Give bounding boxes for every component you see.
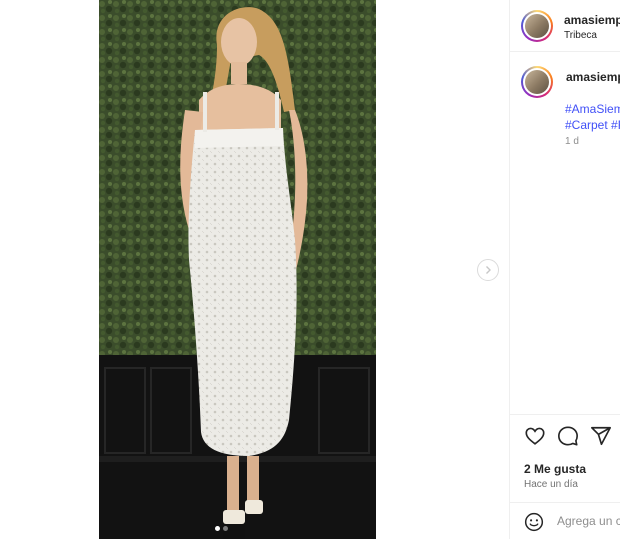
carousel-next-button[interactable] — [477, 259, 499, 281]
caption-hashtags: #AmaSiempre #Carpet #RedCarpet — [565, 101, 620, 133]
post-actions: 2 Me gusta Hace un día — [510, 414, 620, 501]
header-username[interactable]: amasiempre — [564, 13, 620, 27]
add-comment-bar — [510, 502, 620, 539]
caption-username[interactable]: amasiempre — [566, 70, 620, 84]
heart-icon[interactable] — [524, 425, 546, 447]
carousel-indicator — [215, 526, 228, 531]
caption-comment: amasiempre #AmaSiempre #Carpet #RedCarpe… — [510, 53, 620, 413]
profile-photo — [525, 14, 549, 38]
carousel-dot-active — [215, 526, 220, 531]
post-side-panel: amasiempre Tribeca amasiempre #AmaSiempr… — [509, 0, 620, 539]
post-header: amasiempre Tribeca — [510, 0, 620, 52]
likes-count[interactable]: 2 Me gusta — [524, 462, 586, 476]
comment-icon[interactable] — [557, 425, 579, 447]
share-icon[interactable] — [590, 425, 612, 447]
emoji-icon[interactable] — [524, 512, 544, 532]
media-viewer — [0, 0, 508, 539]
post-photo — [99, 0, 376, 539]
caption-timestamp: 1 d — [565, 136, 579, 147]
hashtag-link[interactable]: #AmaSiempre — [565, 101, 620, 117]
caption-avatar[interactable] — [521, 66, 553, 98]
hashtag-link[interactable]: #Carpet #RedCarpet — [565, 117, 620, 133]
photo-illustration — [99, 0, 376, 539]
chevron-right-icon — [486, 266, 491, 274]
carousel-dot — [223, 526, 228, 531]
profile-photo — [525, 70, 549, 94]
comment-input[interactable] — [557, 511, 620, 531]
post-timestamp: Hace un día — [524, 479, 578, 490]
avatar[interactable] — [521, 10, 553, 42]
location-link[interactable]: Tribeca — [564, 30, 597, 41]
